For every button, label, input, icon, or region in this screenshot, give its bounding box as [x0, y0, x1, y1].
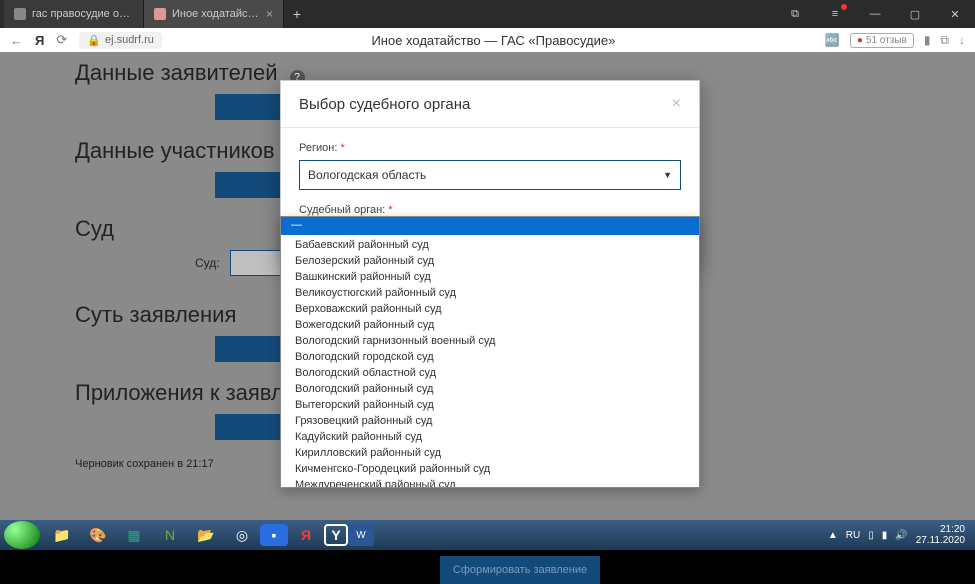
court-organ-label: Судебный орган: * [299, 204, 681, 216]
yandex-button[interactable]: Я [35, 33, 44, 48]
download-icon[interactable]: ↓ [959, 33, 965, 47]
taskbar-app-excel[interactable]: ▦ [116, 521, 152, 549]
submit-button[interactable]: Сформировать заявление [440, 556, 600, 584]
split-icon[interactable]: ⧉ [775, 0, 815, 28]
dropdown-item[interactable]: Вологодский гарнизонный военный суд [281, 333, 699, 349]
back-button[interactable]: ← [10, 33, 23, 48]
dropdown-item[interactable]: Вологодский городской суд [281, 349, 699, 365]
taskbar: 📁 🎨 ▦ N 📂 ◎ ▪ Я Y W ▲ RU ▯ ▮ 🔊 21:20 27.… [0, 520, 975, 550]
dropdown-item[interactable]: Вологодский областной суд [281, 365, 699, 381]
favicon-icon [154, 8, 166, 20]
region-value: Вологодская область [308, 168, 426, 182]
taskbar-app-onenote[interactable]: N [152, 521, 188, 549]
reviews-badge[interactable]: ●51 отзыв [850, 33, 914, 48]
dropdown-item[interactable]: Белозерский районный суд [281, 253, 699, 269]
region-label: Регион: * [299, 142, 681, 154]
dropdown-item[interactable]: Вожегодский районный суд [281, 317, 699, 333]
taskbar-app-paint[interactable]: 🎨 [80, 521, 116, 549]
lock-icon: 🔒 [87, 34, 101, 47]
url-text: ej.sudrf.ru [105, 34, 154, 46]
taskbar-app-chrome[interactable]: ◎ [224, 521, 260, 549]
dropdown-item[interactable]: Верховажский районный суд [281, 301, 699, 317]
dropdown-item[interactable]: Вытегорский районный суд [281, 397, 699, 413]
taskbar-app-yabrowser[interactable]: Y [324, 524, 348, 546]
translate-icon[interactable]: 🔤 [825, 33, 840, 47]
bookmark-icon[interactable]: ▮ [924, 33, 931, 47]
close-icon[interactable]: × [266, 7, 273, 21]
taskbar-app-zoom[interactable]: ▪ [260, 524, 288, 546]
court-field-label: Суд: [195, 256, 220, 270]
taskbar-app-word[interactable]: W [348, 524, 374, 546]
chevron-down-icon: ▼ [663, 170, 672, 180]
tray-clock[interactable]: 21:20 27.11.2020 [916, 524, 965, 546]
tab-title: гас правосудие официал [32, 8, 133, 20]
region-select[interactable]: Вологодская область ▼ [299, 160, 681, 190]
window-minimize-button[interactable]: — [855, 0, 895, 28]
tray-expand-icon[interactable]: ▲ [828, 530, 838, 541]
dropdown-item[interactable]: Кадуйский районный суд [281, 429, 699, 445]
modal-title: Выбор судебного органа [299, 96, 470, 113]
address-bar[interactable]: 🔒 ej.sudrf.ru [79, 32, 162, 49]
dropdown-selected-item[interactable]: — [281, 217, 699, 235]
window-maximize-button[interactable]: ▢ [895, 0, 935, 28]
dropdown-item[interactable]: Кичменгско-Городецкий районный суд [281, 461, 699, 477]
new-tab-button[interactable]: + [284, 0, 310, 28]
tray-volume-icon[interactable]: 🔊 [895, 530, 907, 541]
dropdown-list[interactable]: Бабаевский районный судБелозерский район… [281, 235, 699, 487]
dropdown-item[interactable]: Кирилловский районный суд [281, 445, 699, 461]
extensions-icon[interactable]: ⧉ [940, 33, 949, 48]
menu-icon[interactable]: ≡ [815, 0, 855, 28]
dropdown-item[interactable]: Бабаевский районный суд [281, 237, 699, 253]
window-close-button[interactable]: ✕ [935, 0, 975, 28]
taskbar-app-folder[interactable]: 📂 [188, 521, 224, 549]
dropdown-item[interactable]: Великоустюгский районный суд [281, 285, 699, 301]
dropdown-item[interactable]: Междуреченский районный суд [281, 477, 699, 487]
taskbar-app-yandex[interactable]: Я [288, 521, 324, 549]
reload-button[interactable]: ⟳ [56, 32, 67, 48]
start-button[interactable] [4, 521, 40, 549]
tray-lang[interactable]: RU [846, 530, 860, 541]
favicon-icon [14, 8, 26, 20]
modal-close-button[interactable]: × [672, 95, 681, 113]
tray-network-icon[interactable]: ▮ [882, 530, 888, 541]
dropdown-item[interactable]: Вологодский районный суд [281, 381, 699, 397]
browser-tab[interactable]: гас правосудие официал [4, 0, 144, 28]
tab-title: Иное ходатайство — Г… [172, 8, 260, 20]
dropdown-item[interactable]: Грязовецкий районный суд [281, 413, 699, 429]
browser-tab-active[interactable]: Иное ходатайство — Г… × [144, 0, 284, 28]
taskbar-app-explorer[interactable]: 📁 [44, 521, 80, 549]
tray-flag-icon[interactable]: ▯ [868, 530, 874, 541]
page-title: Иное ходатайство — ГАС «Правосудие» [174, 33, 813, 48]
dropdown-item[interactable]: Вашкинский районный суд [281, 269, 699, 285]
court-organ-dropdown: — Бабаевский районный судБелозерский рай… [280, 216, 700, 488]
